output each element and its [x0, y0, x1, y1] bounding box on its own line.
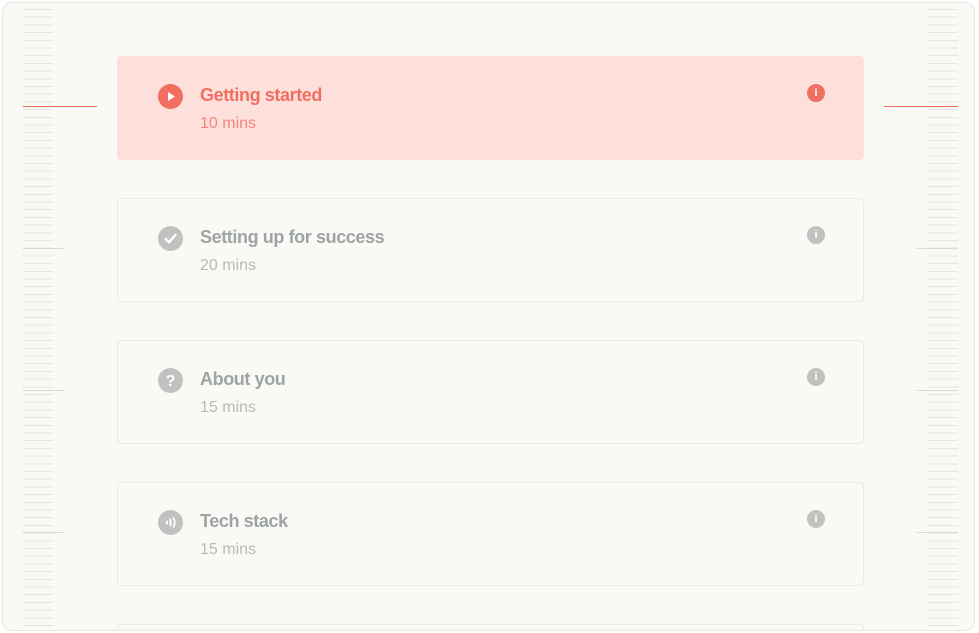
- step-marker: [917, 248, 958, 249]
- step-card-setting-up-for-success[interactable]: Setting up for success 20 mins i: [117, 198, 864, 302]
- step-card-about-you[interactable]: ? About you 15 mins i: [117, 340, 864, 444]
- play-icon: [158, 84, 183, 109]
- check-circle-icon: [158, 226, 183, 251]
- step-marker: [23, 390, 64, 391]
- step-title: Tech stack: [200, 511, 288, 531]
- step-marker: [917, 390, 958, 391]
- left-ruler: [3, 3, 103, 630]
- step-card-tech-stack[interactable]: Tech stack 15 mins i: [117, 482, 864, 586]
- step-marker: [23, 248, 64, 249]
- step-card-next[interactable]: [117, 624, 864, 630]
- right-ruler: [874, 3, 974, 630]
- info-icon[interactable]: i: [807, 510, 825, 528]
- step-card-getting-started[interactable]: Getting started 10 mins i: [117, 56, 864, 160]
- step-title: Setting up for success: [200, 227, 385, 247]
- step-duration: 10 mins: [200, 115, 257, 132]
- svg-text:?: ?: [166, 373, 176, 390]
- step-duration: 15 mins: [200, 541, 257, 558]
- ruler-ticks: [23, 9, 53, 630]
- step-duration: 15 mins: [200, 399, 257, 416]
- info-icon[interactable]: i: [807, 84, 825, 102]
- step-title: About you: [200, 369, 286, 389]
- active-step-marker: [23, 106, 97, 107]
- question-circle-icon: ?: [158, 368, 183, 393]
- ruler-ticks: [928, 9, 958, 630]
- step-marker: [23, 532, 64, 533]
- active-step-marker: [884, 106, 958, 107]
- onboarding-steps-panel: Getting started 10 mins i Setting up for…: [2, 2, 975, 631]
- step-duration: 20 mins: [200, 257, 257, 274]
- info-icon[interactable]: i: [807, 226, 825, 244]
- step-title: Getting started: [200, 85, 323, 105]
- step-marker: [917, 532, 958, 533]
- signal-waves-icon: [158, 510, 183, 535]
- info-icon[interactable]: i: [807, 368, 825, 386]
